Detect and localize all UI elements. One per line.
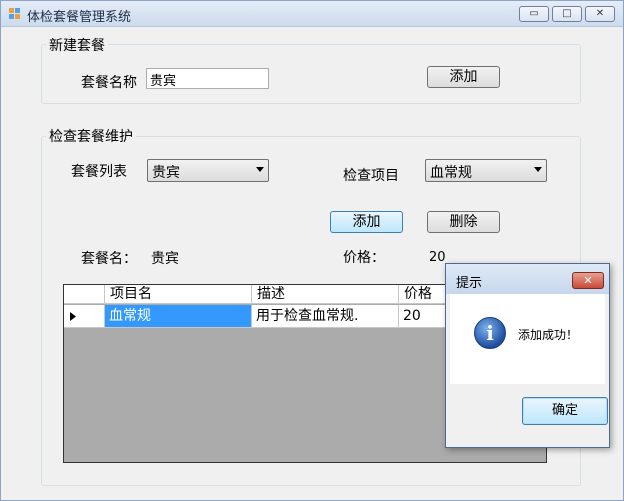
check-item-select[interactable]: 血常规 (425, 159, 547, 182)
new-package-add-button[interactable]: 添加 (427, 66, 500, 88)
package-name-label: 套餐名称 (81, 75, 137, 91)
package-list-selected: 贵宾 (152, 165, 180, 181)
price-value: 20 (429, 250, 446, 265)
dialog-ok-button[interactable]: 确定 (522, 397, 608, 425)
dialog-title: 提示 (456, 276, 483, 291)
new-package-group-title: 新建套餐 (46, 35, 108, 55)
minimize-button[interactable]: ▭ (519, 6, 549, 22)
close-button[interactable]: ✕ (585, 6, 615, 22)
message-dialog: 提示 ✕ i 添加成功！ 确定 (445, 263, 610, 448)
dialog-close-button[interactable]: ✕ (572, 272, 604, 289)
grid-corner-header (64, 285, 105, 304)
app-icon (9, 8, 21, 20)
current-row-icon (70, 312, 76, 321)
grid-header-desc[interactable]: 描述 (252, 285, 399, 304)
maximize-button[interactable]: □ (552, 6, 582, 22)
package-list-label: 套餐列表 (71, 164, 127, 180)
row-header[interactable] (64, 305, 105, 328)
package-list-select[interactable]: 贵宾 (147, 159, 269, 182)
price-caption: 价格： (343, 250, 385, 266)
table-cell-name[interactable]: 血常规 (105, 305, 252, 328)
dialog-title-bar[interactable]: 提示 ✕ (446, 264, 609, 294)
check-item-label: 检查项目 (343, 168, 399, 184)
package-name-caption: 套餐名： (81, 251, 137, 267)
grid-header-name[interactable]: 项目名 (105, 285, 252, 304)
dialog-message: 添加成功！ (518, 328, 579, 342)
info-icon: i (474, 317, 506, 349)
title-bar[interactable]: 体检套餐管理系统 ▭ □ ✕ (1, 1, 623, 27)
package-name-input[interactable]: 贵宾 (146, 68, 269, 89)
table-cell-desc[interactable]: 用于检查血常规. (252, 305, 399, 328)
delete-item-button[interactable]: 删除 (427, 211, 500, 233)
maintain-group-title: 检查套餐维护 (46, 126, 136, 146)
check-item-selected: 血常规 (430, 165, 472, 181)
add-item-button[interactable]: 添加 (330, 211, 403, 233)
chevron-down-icon (534, 167, 542, 172)
chevron-down-icon (256, 167, 264, 172)
window-title: 体检套餐管理系统 (27, 10, 132, 25)
package-name-value: 贵宾 (151, 251, 179, 267)
